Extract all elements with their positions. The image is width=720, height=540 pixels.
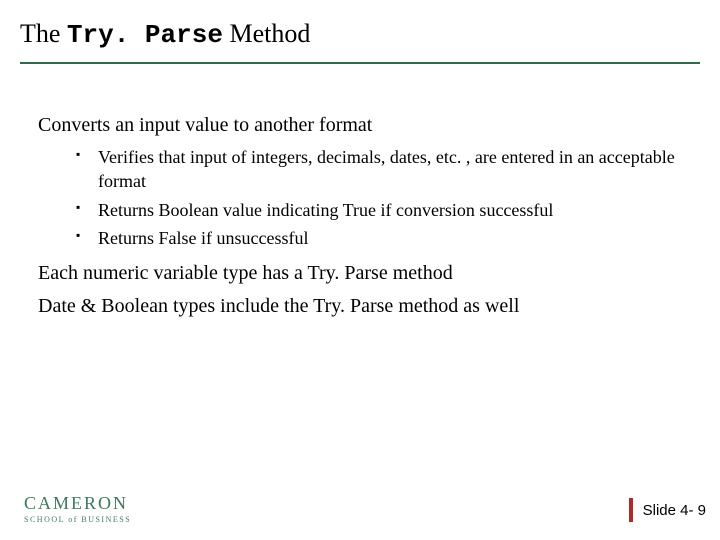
footer-logo: CAMERON SCHOOL of BUSINESS xyxy=(24,493,131,524)
slide-title: The Try. Parse Method xyxy=(20,18,310,51)
sub-bullet: Verifies that input of integers, decimal… xyxy=(98,145,690,194)
footer-subbrand: SCHOOL of BUSINESS xyxy=(24,515,131,524)
footer-brand: CAMERON xyxy=(24,493,131,514)
slide-body: Converts an input value to another forma… xyxy=(38,112,690,326)
slide: The Try. Parse Method Converts an input … xyxy=(0,0,720,540)
bullet-main-3: Date & Boolean types include the Try. Pa… xyxy=(38,293,690,320)
sub-bullet: Returns False if unsuccessful xyxy=(98,226,690,250)
slide-number-text: Slide 4- 9 xyxy=(643,502,706,519)
title-post: Method xyxy=(223,19,310,48)
sub-bullet: Returns Boolean value indicating True if… xyxy=(98,198,690,222)
bullet-main-1: Converts an input value to another forma… xyxy=(38,112,690,139)
title-underline xyxy=(20,62,700,64)
slide-number: Slide 4- 9 xyxy=(629,498,706,522)
title-code: Try. Parse xyxy=(67,20,223,50)
accent-stripe xyxy=(629,498,633,522)
title-pre: The xyxy=(20,19,67,48)
bullet-main-2: Each numeric variable type has a Try. Pa… xyxy=(38,260,690,287)
sub-bullets: Verifies that input of integers, decimal… xyxy=(38,145,690,250)
